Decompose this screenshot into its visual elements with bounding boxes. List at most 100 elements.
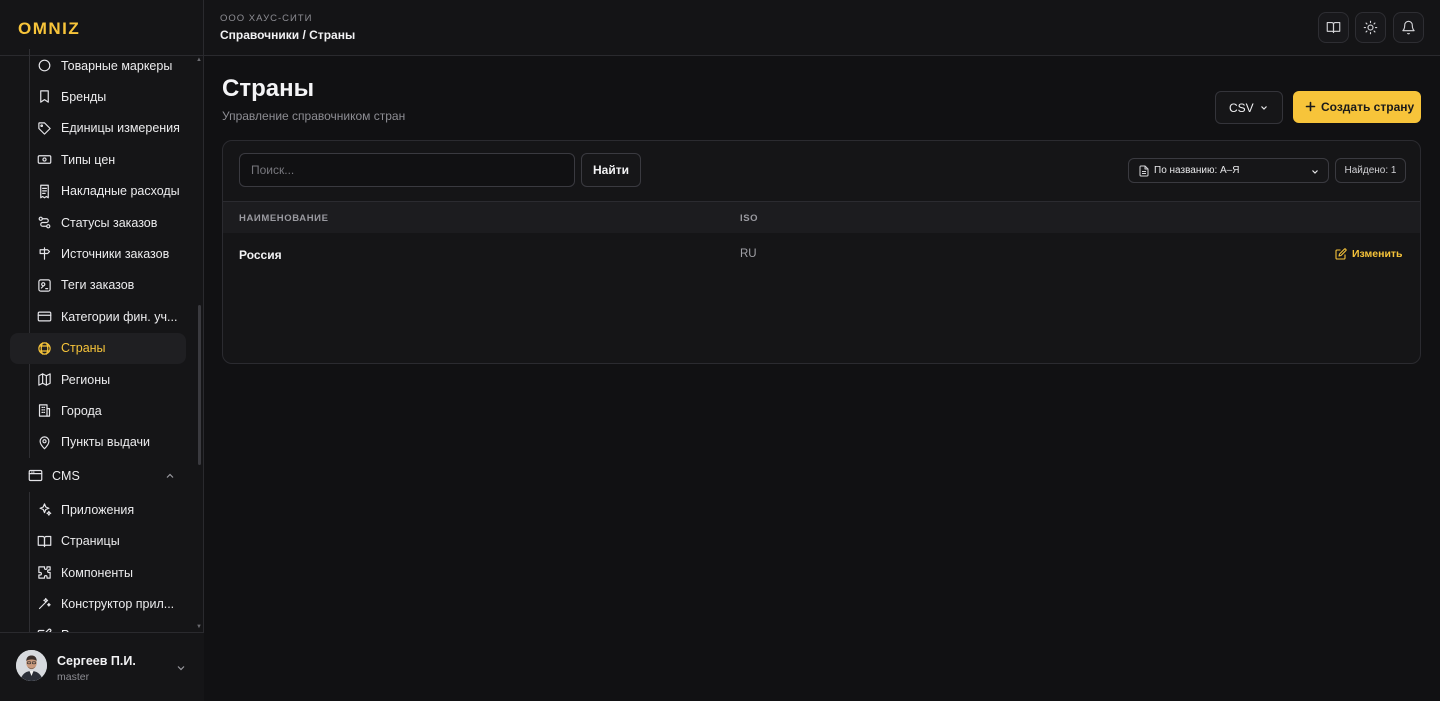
sidebar-item-8[interactable]: Теги заказов bbox=[10, 270, 186, 301]
circle-icon bbox=[37, 58, 52, 73]
sidebar-item-label: Пункты выдачи bbox=[61, 435, 151, 450]
user-panel[interactable]: Сергеев П.И. master bbox=[0, 632, 204, 701]
plus-icon bbox=[1305, 101, 1316, 112]
sidebar-item-label: Бренды bbox=[61, 89, 107, 104]
country-iso: RU bbox=[740, 248, 757, 260]
pin-icon bbox=[37, 435, 52, 450]
card-icon bbox=[37, 309, 52, 324]
avatar bbox=[16, 650, 47, 681]
chevron-down-icon bbox=[1310, 167, 1320, 177]
sidebar-item-9[interactable]: Категории фин. уч... bbox=[10, 301, 186, 332]
sidebar-item-7[interactable]: Источники заказов bbox=[10, 238, 186, 269]
sidebar: OMNIZ Товарные маркеры Бренды Единицы изме… bbox=[0, 0, 204, 701]
tag-icon bbox=[37, 121, 52, 136]
page-subtitle: Управление справочником стран bbox=[222, 109, 406, 123]
breadcrumb: Справочники / Страны bbox=[220, 28, 356, 42]
edit-icon bbox=[1335, 248, 1347, 260]
sidebar-item-label: Конструктор прил... bbox=[61, 596, 175, 611]
user-name: Сергеев П.И. bbox=[57, 654, 136, 668]
app-root: OMNIZ Товарные маркеры Бренды Единицы изме… bbox=[0, 0, 1440, 701]
scroll-down-icon[interactable]: ▼ bbox=[196, 624, 202, 630]
table-row[interactable]: Россия RU Изменить bbox=[223, 233, 1420, 277]
edit-label: Изменить bbox=[1352, 248, 1403, 260]
docs-button[interactable] bbox=[1318, 12, 1349, 43]
sidebar-item-1[interactable]: Товарные маркеры bbox=[10, 50, 186, 81]
table-header: НАИМЕНОВАНИЕ ISO bbox=[223, 201, 1420, 233]
map-icon bbox=[37, 372, 52, 387]
book-icon bbox=[1326, 21, 1341, 34]
search-input[interactable] bbox=[239, 153, 575, 187]
sidebar-cms-item-1[interactable]: Приложения bbox=[10, 494, 186, 525]
building-icon bbox=[37, 403, 52, 418]
sidebar-item-13[interactable]: Пункты выдачи bbox=[10, 427, 186, 458]
sidebar-item-label: Товарные маркеры bbox=[61, 58, 173, 73]
sidebar-item-label: Единицы измерения bbox=[61, 121, 180, 136]
sidebar-cms-item-3[interactable]: Компоненты bbox=[10, 557, 186, 588]
logo[interactable]: OMNIZ bbox=[18, 20, 138, 36]
sidebar-item-label: Регионы bbox=[61, 372, 111, 387]
country-name: Россия bbox=[239, 248, 282, 262]
sidebar-item-4[interactable]: Типы цен bbox=[10, 144, 186, 175]
svg-text:OMNIZ: OMNIZ bbox=[18, 20, 80, 36]
sidebar-item-label: Теги заказов bbox=[61, 278, 135, 293]
sidebar-item-label: Приложения bbox=[61, 502, 135, 517]
sidebar-item-12[interactable]: Города bbox=[10, 395, 186, 426]
sidebar-item-label: Города bbox=[61, 403, 102, 418]
create-country-button[interactable]: Создать страну bbox=[1293, 91, 1421, 123]
wand-icon bbox=[37, 596, 52, 611]
sidebar-item-5[interactable]: Накладные расходы bbox=[10, 176, 186, 207]
chevron-down-icon bbox=[1259, 103, 1269, 113]
sun-icon bbox=[1363, 20, 1378, 35]
route-icon bbox=[37, 215, 52, 230]
notifications-button[interactable] bbox=[1393, 12, 1424, 43]
sort-select[interactable]: По названию: А–Я bbox=[1128, 158, 1329, 183]
csv-dropdown-button[interactable]: CSV bbox=[1215, 91, 1283, 124]
signpost-icon bbox=[37, 246, 52, 261]
sidebar-item-label: Страницы bbox=[61, 534, 120, 549]
bookmark-icon bbox=[37, 89, 52, 104]
sidebar-item-label: Компоненты bbox=[61, 565, 134, 580]
found-count-badge: Найдено: 1 bbox=[1335, 158, 1406, 183]
scroll-up-icon[interactable]: ▲ bbox=[196, 57, 202, 63]
theme-toggle-button[interactable] bbox=[1355, 12, 1386, 43]
edit-button[interactable]: Изменить bbox=[1335, 248, 1403, 260]
bell-icon bbox=[1402, 20, 1415, 35]
sidebar-nav: Товарные маркеры Бренды Единицы измерения Т… bbox=[0, 49, 204, 632]
create-country-label: Создать страну bbox=[1321, 100, 1415, 114]
sidebar-cms-item-4[interactable]: Конструктор прил... bbox=[10, 588, 186, 619]
window-icon bbox=[28, 468, 43, 483]
sidebar-group-label: CMS bbox=[52, 468, 80, 483]
page-title: Страны bbox=[222, 75, 315, 102]
sparkles-icon bbox=[37, 502, 52, 517]
sidebar-item-2[interactable]: Бренды bbox=[10, 81, 186, 112]
sidebar-item-label: Страны bbox=[61, 341, 106, 356]
sidebar-cms-item-2[interactable]: Страницы bbox=[10, 526, 186, 557]
sidebar-item-label: Источники заказов bbox=[61, 246, 170, 261]
sort-label: По названию: А–Я bbox=[1154, 165, 1240, 176]
sidebar-cms-item-5[interactable]: Редактор приложе... bbox=[10, 620, 186, 632]
countries-card: Найти По названию: А–Я Найдено: 1 НАИМЕН… bbox=[222, 140, 1421, 364]
receipt-icon bbox=[37, 184, 52, 199]
chevron-down-icon[interactable] bbox=[175, 662, 187, 674]
csv-label: CSV bbox=[1229, 100, 1254, 115]
sidebar-item-label: Типы цен bbox=[61, 152, 116, 167]
sidebar-item-6[interactable]: Статусы заказов bbox=[10, 207, 186, 238]
chevron-up-icon[interactable] bbox=[164, 470, 176, 482]
banknote-icon bbox=[37, 152, 52, 167]
scan-icon bbox=[37, 278, 52, 293]
sidebar-item-10[interactable]: Страны bbox=[10, 332, 186, 364]
sidebar-scrollbar[interactable] bbox=[198, 305, 201, 465]
sidebar-item-label: Накладные расходы bbox=[61, 184, 180, 199]
sidebar-item-3[interactable]: Единицы измерения bbox=[10, 113, 186, 144]
sidebar-group-cms[interactable]: CMS bbox=[10, 460, 186, 491]
document-icon bbox=[1138, 165, 1150, 177]
sidebar-item-label: Категории фин. уч... bbox=[61, 309, 178, 324]
puzzle-icon bbox=[37, 565, 52, 580]
sidebar-item-11[interactable]: Регионы bbox=[10, 364, 186, 395]
column-header-iso[interactable]: ISO bbox=[740, 213, 758, 224]
user-role: master bbox=[57, 671, 90, 683]
sidebar-item-label: Статусы заказов bbox=[61, 215, 158, 230]
top-header: ООО ХАУС-СИТИ Справочники / Страны bbox=[204, 0, 1440, 56]
find-button[interactable]: Найти bbox=[581, 153, 641, 187]
column-header-name[interactable]: НАИМЕНОВАНИЕ bbox=[239, 213, 329, 224]
